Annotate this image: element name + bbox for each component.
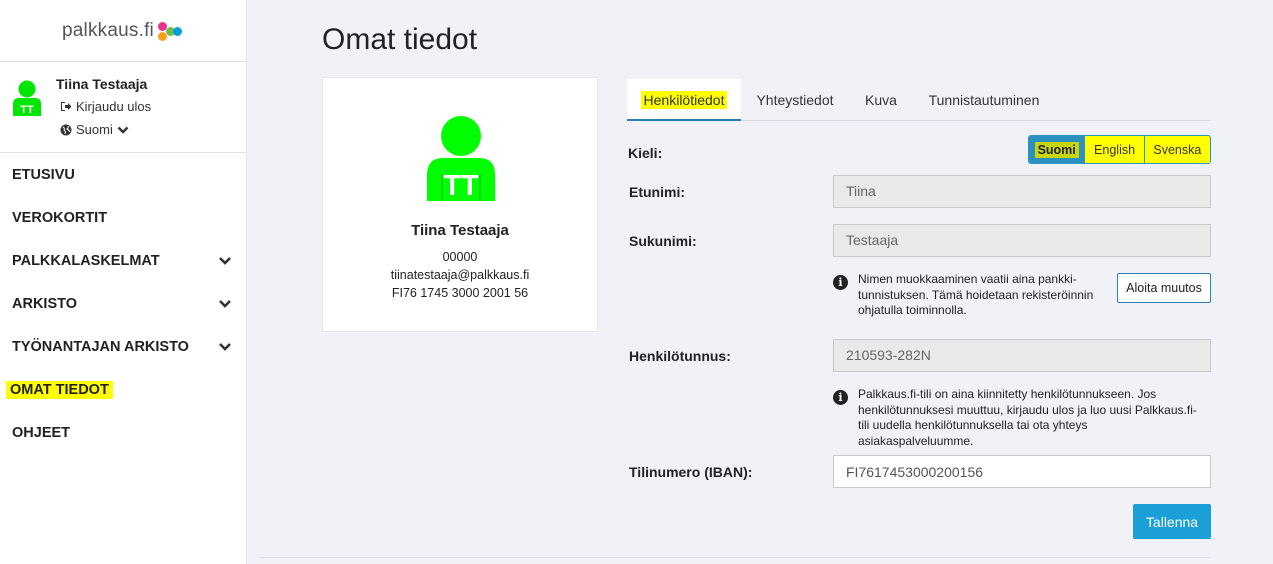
nav-item-ohjeet[interactable]: OHJEET (0, 411, 246, 454)
lastname-field: Testaaja (833, 224, 1211, 257)
save-button[interactable]: Tallenna (1133, 504, 1211, 539)
start-change-button[interactable]: Aloita muutos (1117, 273, 1211, 303)
nav-item-omat-tiedot[interactable]: OMAT TIEDOT (0, 368, 246, 411)
ssn-info-text: Palkkaus.fi-tili on aina kiinnitetty hen… (858, 387, 1197, 448)
iban-input[interactable] (833, 455, 1211, 488)
profile-name: Tiina Testaaja (411, 222, 509, 239)
logout-label: Kirjaudu ulos (76, 99, 152, 114)
language-option-label: English (1092, 141, 1138, 158)
chevron-down-icon (117, 126, 129, 134)
nav-item-label: VEROKORTIT (12, 209, 108, 226)
user-name: Tiina Testaaja (56, 76, 148, 92)
user-panel: TT Tiina Testaaja Kirjaudu ulos Suomi (0, 62, 246, 153)
profile-tabs: Henkilötiedot Yhteystiedot Kuva Tunnista… (627, 79, 1211, 121)
profile-card: TT Tiina Testaaja 00000 tiinatestaaja@pa… (322, 77, 598, 332)
firstname-label: Etunimi: (629, 184, 685, 200)
logout-icon (61, 102, 72, 111)
name-info-text: Nimen muokkaaminen vaatii aina pankki-tu… (858, 272, 1094, 317)
nav-item-label: ETUSIVU (12, 166, 75, 183)
nav-item-verokortit[interactable]: VEROKORTIT (0, 196, 246, 239)
chevron-down-icon[interactable] (218, 297, 232, 311)
firstname-field: Tiina (833, 175, 1211, 208)
info-icon: i (833, 390, 848, 405)
chevron-down-icon[interactable] (218, 254, 232, 268)
lastname-label: Sukunimi: (629, 233, 697, 249)
tab-yhteystiedot[interactable]: Yhteystiedot (749, 79, 841, 121)
ssn-field: 210593-282N (833, 339, 1211, 372)
page-title: Omat tiedot (322, 23, 478, 56)
main-nav: ETUSIVU VEROKORTIT PALKKALASKELMAT ARKIS… (0, 153, 246, 454)
globe-icon (60, 124, 72, 135)
divider (260, 557, 1211, 558)
info-icon: i (833, 275, 848, 290)
tab-label: Tunnistautuminen (928, 92, 1040, 108)
svg-text:TT: TT (20, 104, 34, 116)
ssn-label: Henkilötunnus: (629, 348, 731, 364)
chevron-down-icon[interactable] (218, 340, 232, 354)
logo-mark-icon (156, 20, 184, 42)
iban-label: Tilinumero (IBAN): (629, 464, 753, 480)
nav-item-etusivu[interactable]: ETUSIVU (0, 153, 246, 196)
language-option-svenska[interactable]: Svenska (1144, 136, 1210, 163)
profile-number: 00000 (442, 250, 478, 264)
nav-item-label: ARKISTO (12, 295, 77, 312)
sidebar: palkkaus.fi TT Tiina Testaaja Kirjaudu u… (0, 0, 247, 564)
nav-item-tyonantajan-arkisto[interactable]: TYÖNANTAJAN ARKISTO (0, 325, 246, 368)
nav-item-palkkalaskelmat[interactable]: PALKKALASKELMAT (0, 239, 246, 282)
tab-tunnistautuminen[interactable]: Tunnistautuminen (921, 79, 1047, 121)
nav-item-label: PALKKALASKELMAT (12, 252, 160, 269)
nav-item-arkisto[interactable]: ARKISTO (0, 282, 246, 325)
nav-item-label: OHJEET (12, 424, 71, 441)
language-selector[interactable]: Suomi (60, 122, 129, 137)
name-info: i Nimen muokkaaminen vaatii aina pankki-… (833, 272, 1098, 319)
user-avatar-icon: TT (13, 80, 41, 116)
logo-text: palkkaus.fi (62, 19, 154, 41)
nav-item-label: OMAT TIEDOT (6, 380, 113, 399)
language-field-label: Kieli: (628, 145, 663, 161)
language-option-label: Svenska (1151, 141, 1204, 158)
tab-kuva[interactable]: Kuva (857, 79, 905, 121)
profile-iban: FI76 1745 3000 2001 56 (391, 286, 529, 300)
tab-henkilotiedot[interactable]: Henkilötiedot (627, 79, 741, 121)
tab-label: Henkilötiedot (640, 91, 728, 109)
language-label: Suomi (76, 122, 113, 137)
svg-text:TT: TT (443, 170, 479, 201)
language-toggle: Suomi English Svenska (1028, 135, 1211, 164)
language-option-english[interactable]: English (1085, 136, 1145, 163)
nav-item-label: TYÖNANTAJAN ARKISTO (12, 338, 189, 355)
ssn-info: i Palkkaus.fi-tili on aina kiinnitetty h… (833, 387, 1205, 449)
logo[interactable]: palkkaus.fi (0, 0, 246, 62)
tab-label: Kuva (865, 92, 897, 108)
logout-link[interactable]: Kirjaudu ulos (60, 99, 151, 114)
user-avatar-icon: TT (427, 116, 495, 201)
language-option-suomi[interactable]: Suomi (1029, 136, 1086, 163)
profile-email: tiinatestaaja@palkkaus.fi (390, 268, 530, 282)
tab-label: Yhteystiedot (756, 92, 834, 108)
language-option-label: Suomi (1034, 141, 1079, 158)
